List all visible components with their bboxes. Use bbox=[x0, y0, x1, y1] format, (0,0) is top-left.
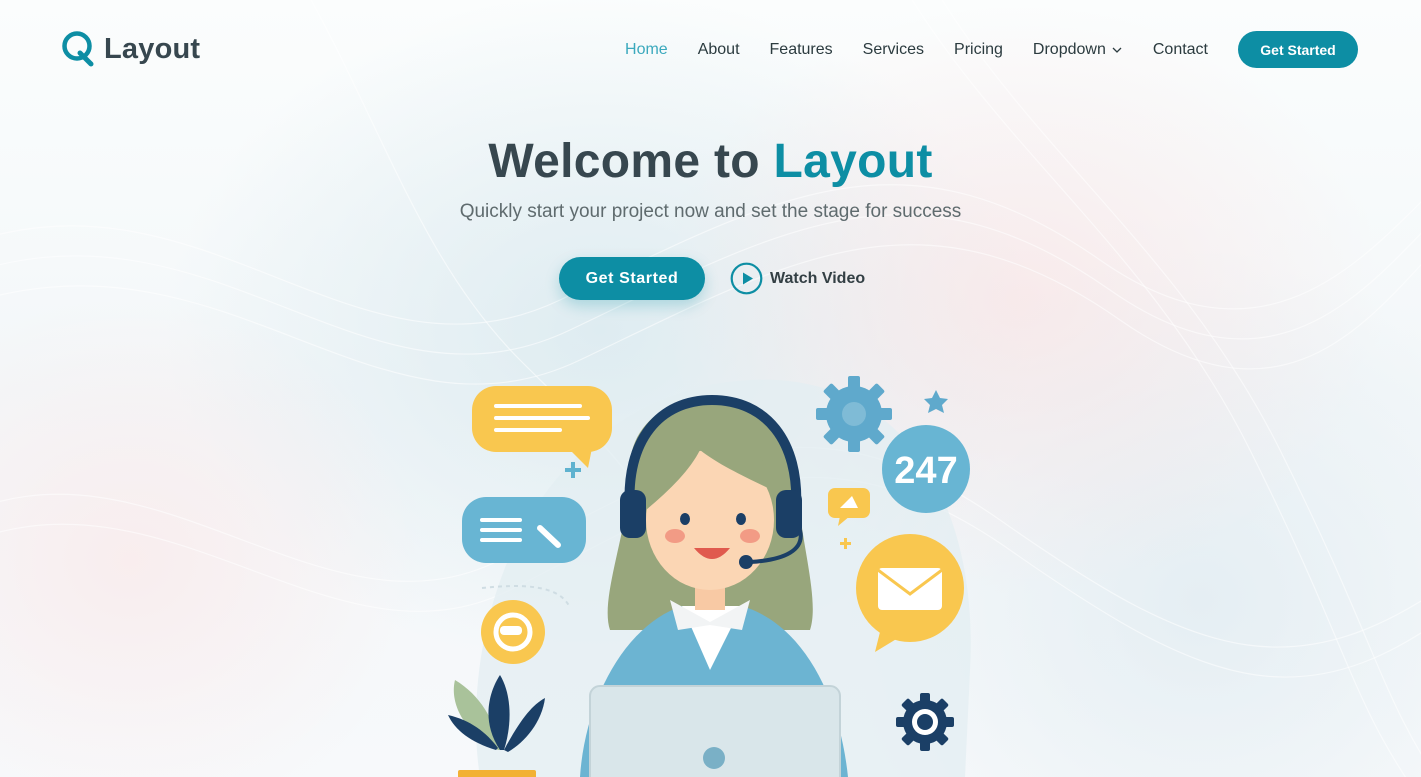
hero-title-accent: Layout bbox=[773, 135, 933, 188]
nav-item-services[interactable]: Services bbox=[863, 41, 924, 59]
main-nav: Home About Features Services Pricing Dro… bbox=[625, 31, 1358, 68]
refresh-icon bbox=[481, 600, 545, 664]
hero-actions: Get Started Watch Video bbox=[559, 257, 865, 300]
hero-subtitle: Quickly start your project now and set t… bbox=[459, 201, 962, 222]
nav-item-about[interactable]: About bbox=[698, 41, 740, 59]
nav-item-dropdown[interactable]: Dropdown bbox=[1033, 41, 1123, 59]
hero-title: Welcome to Layout bbox=[0, 134, 1421, 189]
message-bubble-icon bbox=[462, 497, 586, 563]
nav-item-home[interactable]: Home bbox=[625, 41, 668, 59]
cog-icon bbox=[896, 693, 954, 751]
q-logo-icon bbox=[62, 31, 94, 67]
brand-name: Layout bbox=[104, 32, 201, 65]
star-icon bbox=[924, 390, 948, 413]
nav-item-contact[interactable]: Contact bbox=[1153, 41, 1208, 59]
badge-247-text: 247 bbox=[894, 450, 957, 492]
chevron-down-icon bbox=[1112, 47, 1122, 53]
hero-get-started-button[interactable]: Get Started bbox=[559, 257, 705, 300]
brand-logo[interactable]: Layout bbox=[61, 30, 200, 68]
header-get-started-button[interactable]: Get Started bbox=[1238, 31, 1358, 68]
hero-title-prefix: Welcome to bbox=[488, 135, 774, 188]
nav-item-dropdown-label: Dropdown bbox=[1032, 40, 1106, 58]
nav-item-pricing[interactable]: Pricing bbox=[954, 41, 1003, 59]
customer-support-agent-illustration: 247 bbox=[448, 376, 971, 777]
badge-247: 247 bbox=[882, 425, 970, 513]
watch-video-link[interactable]: Watch Video bbox=[730, 262, 865, 295]
nav-item-features[interactable]: Features bbox=[770, 41, 833, 59]
site-header: Layout Home About Features Services Pric… bbox=[0, 0, 1421, 98]
watch-video-label: Watch Video bbox=[770, 269, 866, 287]
play-circle-icon bbox=[730, 262, 763, 295]
gear-icon bbox=[816, 376, 892, 452]
